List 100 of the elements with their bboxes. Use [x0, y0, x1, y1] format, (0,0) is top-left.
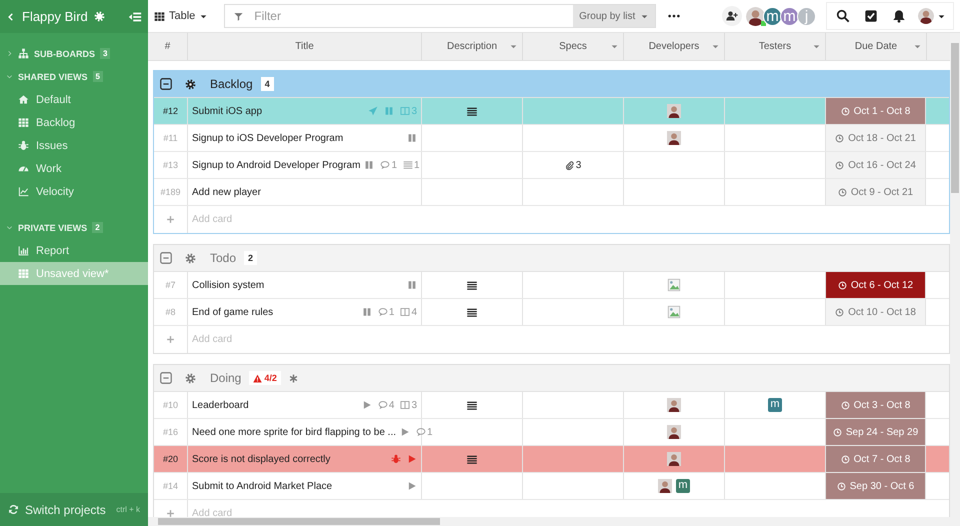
- comment-icon: [378, 307, 388, 317]
- due-date[interactable]: Oct 10 - Oct 18: [826, 299, 926, 325]
- card-id: #189: [160, 187, 181, 197]
- card-title: Submit to Android Market Place: [192, 480, 332, 492]
- column-header[interactable]: Due Date: [826, 33, 927, 60]
- plus-icon: [166, 509, 175, 517]
- minus-square-icon: [159, 371, 173, 385]
- badge-count: 3: [411, 400, 417, 410]
- sidebar-item[interactable]: Backlog: [0, 111, 148, 134]
- columns-icon: [400, 307, 410, 317]
- linechart-icon: [18, 186, 29, 197]
- horizontal-scrollbar[interactable]: [148, 517, 960, 526]
- section-header[interactable]: SUB-BOARDS 3: [0, 42, 148, 65]
- play-icon: [407, 454, 417, 464]
- card-row[interactable]: #14 Submit to Android Market Place m Sep 30 - Oct 6: [154, 473, 949, 500]
- card-row[interactable]: #10 Leaderboard 4 3 m Oct 3 - Oct 8: [154, 392, 949, 419]
- due-date[interactable]: Oct 16 - Oct 24: [826, 152, 926, 178]
- card-row[interactable]: #189 Add new player Oct 9 - Oct 21: [154, 179, 949, 206]
- description-icon: [466, 280, 478, 290]
- due-date[interactable]: Oct 3 - Oct 8: [826, 392, 926, 418]
- bug-icon: [391, 454, 401, 464]
- card-id: #13: [162, 160, 178, 170]
- card-row[interactable]: #7 Collision system Oct 6 - Oct 12: [154, 272, 949, 299]
- sidebar-item[interactable]: Report: [0, 239, 148, 262]
- member-avatar[interactable]: m: [763, 6, 782, 26]
- due-date[interactable]: Oct 7 - Oct 8: [826, 446, 926, 472]
- group-title: Todo: [210, 251, 236, 265]
- card-row[interactable]: #13 Signup to Android Developer Program 1 1 3 Oct 16 - Oct 24: [154, 152, 949, 179]
- play-icon: [407, 481, 417, 491]
- clock-icon: [840, 400, 850, 410]
- avatar-placeholder: [667, 425, 681, 439]
- asterisk-icon: [288, 374, 298, 382]
- vertical-scrollbar[interactable]: [950, 33, 960, 517]
- pause-icon: [362, 307, 372, 317]
- group-by-dropdown[interactable]: Group by list: [573, 5, 656, 27]
- column-header[interactable]: Developers: [624, 33, 725, 60]
- columns-icon: [400, 400, 410, 410]
- due-date[interactable]: Sep 24 - Sep 29: [826, 419, 926, 445]
- search-icon: [836, 9, 850, 23]
- clock-icon: [838, 188, 847, 196]
- check-square-icon: [864, 9, 878, 23]
- card-row[interactable]: #11 Signup to iOS Developer Program Oct 18 - Oct 21: [154, 125, 949, 152]
- clock-icon: [840, 106, 850, 116]
- card-id: #14: [162, 481, 178, 491]
- due-date[interactable]: Oct 9 - Oct 21: [826, 179, 926, 205]
- column-header[interactable]: Title: [188, 33, 422, 60]
- grid-icon: [154, 10, 165, 22]
- clock-icon: [832, 428, 842, 436]
- card-id: #20: [162, 454, 178, 464]
- broken-image-icon: [667, 278, 681, 292]
- settings-icon: [94, 11, 105, 22]
- card-id: #16: [162, 427, 178, 437]
- settings-icon: [184, 78, 196, 90]
- due-date[interactable]: Oct 18 - Oct 21: [826, 125, 926, 151]
- switch-projects-button[interactable]: Switch projects: [8, 502, 106, 516]
- columns-icon: [400, 106, 410, 116]
- column-header[interactable]: Specs: [523, 33, 624, 60]
- badge-count: 1: [414, 160, 420, 170]
- member-avatar[interactable]: m: [780, 6, 799, 26]
- card-id: #10: [162, 400, 178, 410]
- paperclip-icon: [564, 160, 574, 170]
- home-icon: [18, 94, 29, 105]
- card-row[interactable]: #20 Score is not displayed correctly Oct 7 - Oct 8: [154, 446, 949, 473]
- column-header[interactable]: Testers: [725, 33, 826, 60]
- due-date[interactable]: Oct 6 - Oct 12: [826, 272, 926, 298]
- column-header[interactable]: #: [148, 33, 188, 60]
- card-id: #11: [163, 133, 178, 143]
- card-row[interactable]: #8 End of game rules 1 4 Oct 10 - Oct 18: [154, 299, 949, 326]
- bell-icon: [892, 9, 906, 23]
- broken-image-icon: [667, 305, 681, 319]
- comment-icon: [416, 427, 426, 437]
- sidebar-item[interactable]: Velocity: [0, 180, 148, 203]
- avatar-placeholder: [667, 104, 681, 118]
- play-icon: [362, 400, 372, 410]
- filter-field[interactable]: Filter Group by list: [224, 4, 656, 28]
- card-title: Signup to iOS Developer Program: [192, 132, 344, 144]
- avatar-placeholder[interactable]: [746, 6, 765, 26]
- column-header[interactable]: Description: [422, 33, 523, 60]
- count-badge: 2: [92, 222, 103, 233]
- collapse-sidebar-button[interactable]: [128, 10, 142, 24]
- card-title: Submit iOS app: [192, 106, 262, 116]
- description-icon: [466, 400, 478, 410]
- sidebar-item[interactable]: Work: [0, 157, 148, 180]
- view-dropdown[interactable]: Table: [154, 10, 208, 22]
- settings-button[interactable]: [94, 11, 105, 22]
- add-member-button[interactable]: [722, 6, 742, 26]
- due-date[interactable]: Sep 30 - Oct 6: [826, 473, 926, 499]
- sidebar-item[interactable]: Default: [0, 88, 148, 111]
- section-header[interactable]: PRIVATE VIEWS 2: [0, 216, 148, 239]
- clock-icon: [836, 482, 846, 490]
- card-row[interactable]: #12 Submit iOS app 3 Oct 1 - Oct 8: [154, 98, 949, 125]
- sitemap-icon: [18, 48, 29, 59]
- due-date[interactable]: Oct 1 - Oct 8: [826, 98, 926, 124]
- pause-icon: [364, 160, 374, 170]
- settings-icon: [184, 372, 196, 384]
- sidebar-item[interactable]: Issues: [0, 134, 148, 157]
- section-header[interactable]: SHARED VIEWS 5: [0, 65, 148, 88]
- grid-icon: [18, 268, 29, 279]
- minus-square-icon: [159, 77, 173, 91]
- avatar-placeholder: [667, 398, 681, 412]
